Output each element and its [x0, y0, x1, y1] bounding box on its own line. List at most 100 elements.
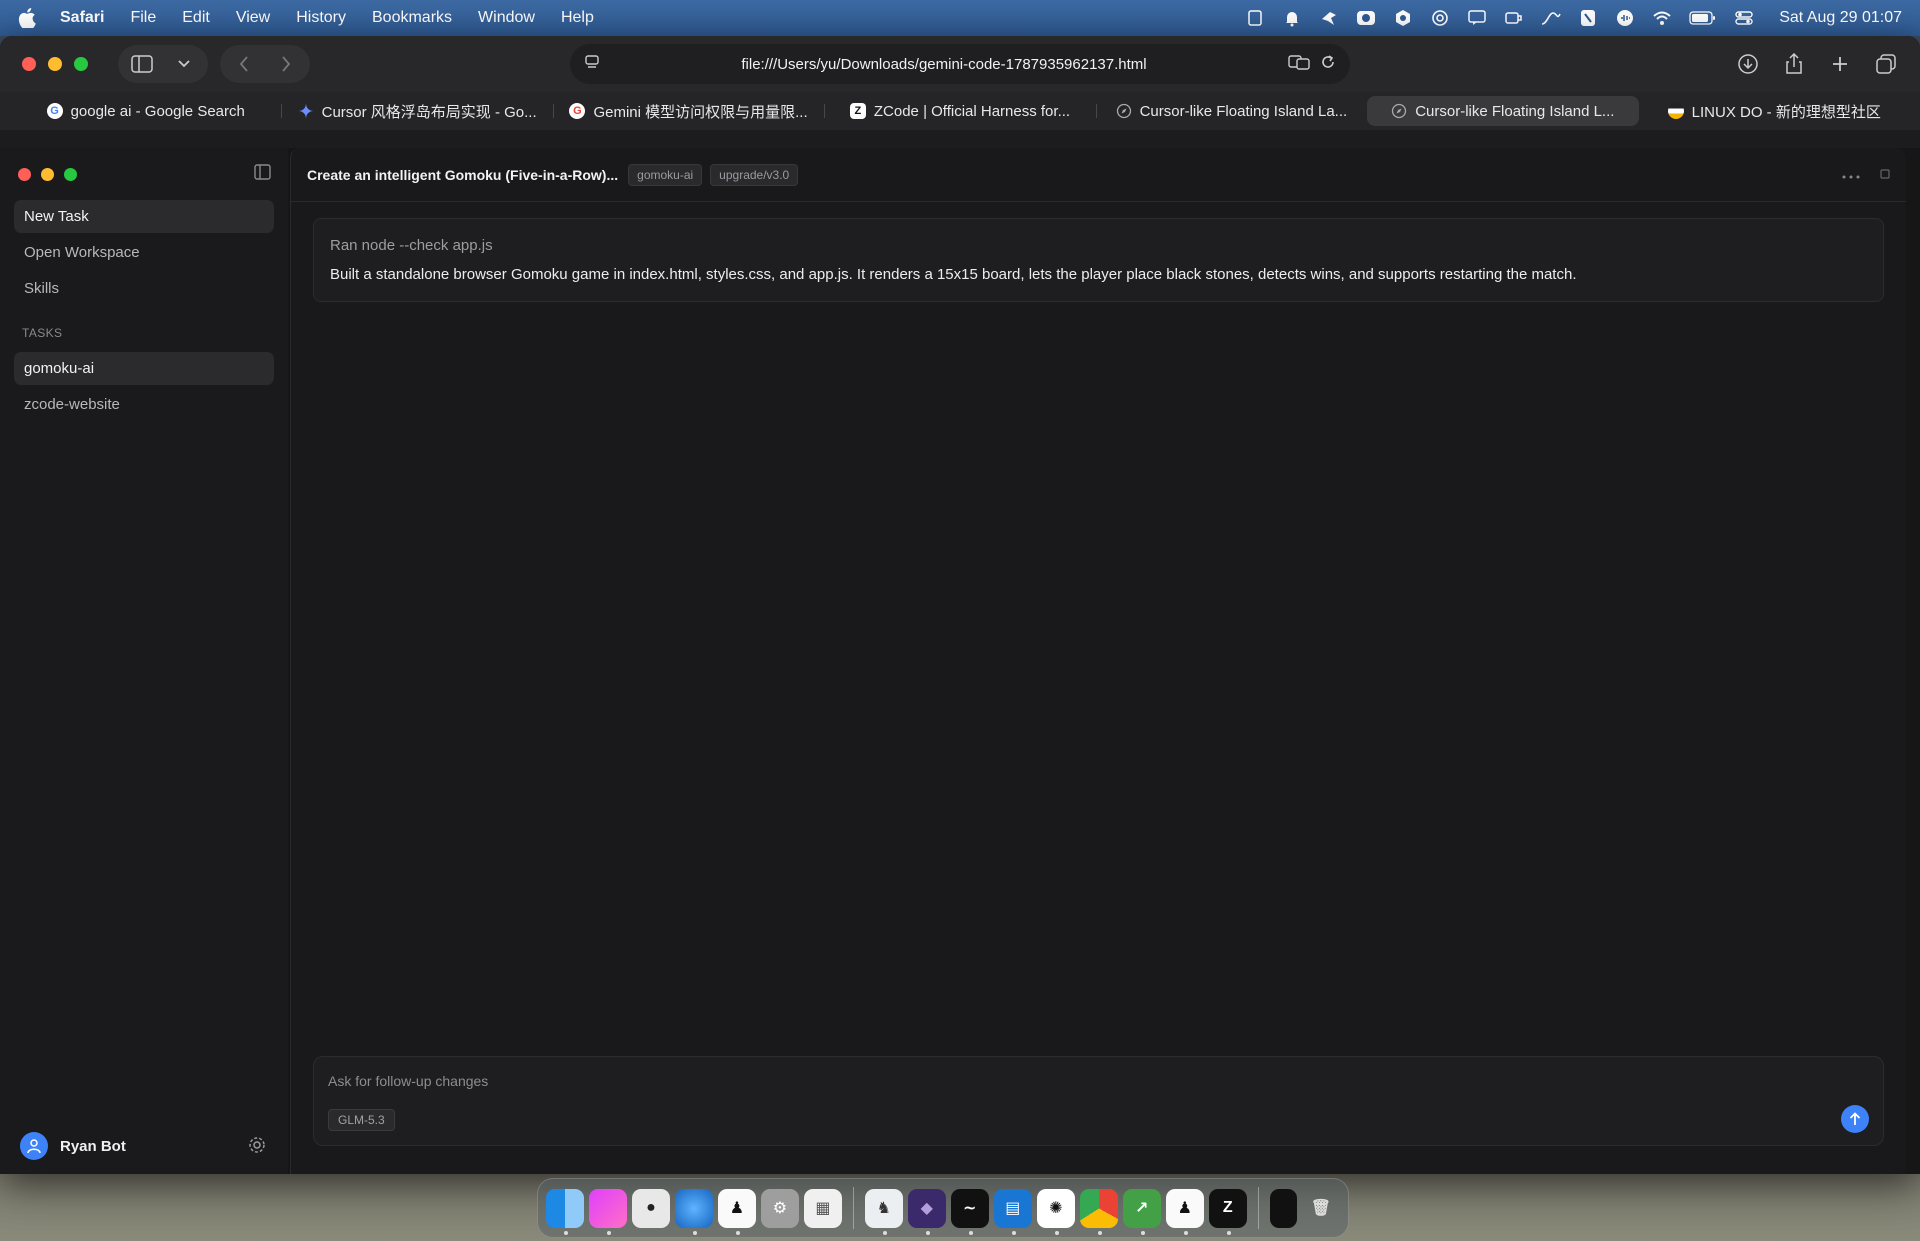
audio-icon[interactable] — [1615, 9, 1635, 27]
qq-icon-2[interactable]: ♟ — [1165, 1188, 1204, 1235]
reload-icon[interactable] — [1320, 54, 1336, 74]
zcode-app-icon[interactable]: Z — [1208, 1188, 1247, 1235]
task-item-zcode-website[interactable]: zcode-website — [14, 388, 274, 421]
stroke-app-icon[interactable]: ∼ — [950, 1188, 989, 1235]
menu-view[interactable]: View — [236, 9, 270, 27]
tab-linux-do[interactable]: LINUX DO - 新的理想型社区 — [1639, 96, 1910, 126]
status-tray: Sat Aug 29 01:07 — [1245, 9, 1902, 27]
trash-icon[interactable]: 🗑 — [1302, 1189, 1340, 1228]
sidebar-item-open-workspace[interactable]: Open Workspace — [14, 236, 274, 269]
page-settings-icon[interactable] — [584, 54, 600, 74]
apple-icon[interactable] — [18, 7, 40, 29]
hexagon-icon[interactable] — [1393, 9, 1413, 27]
launchpad-icon[interactable]: ▦ — [803, 1188, 842, 1228]
tab-label: Cursor-like Floating Island L... — [1415, 102, 1615, 120]
wifi-icon[interactable] — [1652, 9, 1672, 27]
tab-gemini-access[interactable]: G Gemini 模型访问权限与用量限... — [552, 96, 824, 126]
bird-icon[interactable] — [1319, 9, 1339, 27]
avatar[interactable] — [20, 1132, 48, 1160]
gear-icon[interactable] — [248, 1136, 268, 1156]
dock-separator — [852, 1187, 854, 1229]
clipboard-icon[interactable] — [1245, 9, 1265, 27]
task-item-gomoku-ai[interactable]: gomoku-ai — [14, 352, 274, 385]
chrome-icon[interactable] — [1079, 1188, 1118, 1235]
sidebar-item-skills[interactable]: Skills — [14, 272, 274, 305]
obsidian-icon[interactable]: ◆ — [907, 1188, 946, 1235]
panel-toggle-icon[interactable] — [1880, 166, 1890, 184]
cat-app-icon[interactable]: ♞ — [864, 1188, 903, 1235]
menu-edit[interactable]: Edit — [182, 9, 210, 27]
cup-icon[interactable] — [1504, 9, 1524, 27]
arrow-up-icon — [1849, 1112, 1861, 1125]
google-icon: G — [569, 103, 586, 119]
tab-floating-island-1[interactable]: Cursor-like Floating Island La... — [1095, 96, 1367, 126]
sidebar-collapse-icon[interactable] — [254, 164, 274, 184]
control-center-icon[interactable] — [1734, 9, 1754, 27]
files-icon[interactable] — [588, 1188, 627, 1235]
share-icon[interactable] — [1780, 50, 1808, 78]
minimized-window-icon[interactable] — [1269, 1188, 1297, 1228]
user-name[interactable]: Ryan Bot — [60, 1138, 126, 1155]
user-footer: Ryan Bot — [14, 1118, 274, 1174]
new-tab-icon[interactable] — [1826, 50, 1854, 78]
more-options-icon[interactable] — [1842, 166, 1860, 184]
compass-icon — [1116, 103, 1132, 119]
chevron-down-icon[interactable] — [170, 50, 198, 78]
sidebar-item-new-task[interactable]: New Task — [14, 200, 274, 233]
translate-icon[interactable] — [1288, 54, 1310, 74]
finder-icon[interactable] — [546, 1188, 584, 1235]
message-icon[interactable] — [1467, 9, 1487, 27]
command-summary[interactable]: Ran node --check app.js — [330, 237, 1867, 254]
gemini-icon — [297, 103, 314, 119]
database-icon[interactable]: ▤ — [993, 1188, 1032, 1235]
qq-icon[interactable]: ♟ — [717, 1188, 756, 1235]
close-window-button[interactable] — [22, 57, 36, 71]
tab-overview-icon[interactable] — [1872, 50, 1900, 78]
download-icon[interactable] — [1734, 50, 1762, 78]
message-text: Built a standalone browser Gomoku game i… — [330, 266, 1577, 283]
project-chip[interactable]: gomoku-ai — [628, 163, 703, 186]
menu-bookmarks[interactable]: Bookmarks — [372, 9, 452, 27]
web-app: New Task Open Workspace Skills TASKS gom… — [0, 148, 1920, 1174]
openai-icon[interactable] — [1430, 9, 1450, 27]
minimize-window-button[interactable] — [48, 57, 62, 71]
address-bar[interactable]: file:///Users/yu/Downloads/gemini-code-1… — [570, 44, 1350, 84]
stroke-icon[interactable] — [1541, 9, 1561, 27]
tab-label: ZCode | Official Harness for... — [873, 102, 1071, 120]
dock: ● ♟ ⚙ ▦ ♞ ◆ ∼ ▤ ✺ ↗ ♟ Z 🗑 — [537, 1178, 1349, 1238]
branch-chip[interactable]: upgrade/v3.0 — [710, 163, 799, 186]
linuxdo-icon — [1667, 103, 1684, 119]
tab-gemini-cursor[interactable]: Cursor 风格浮岛布局实现 - Go... — [281, 96, 552, 126]
follow-up-input[interactable] — [328, 1073, 1869, 1089]
bell-icon[interactable] — [1282, 9, 1302, 27]
app-tray-icon[interactable] — [1356, 9, 1376, 27]
tab-floating-island-2[interactable]: Cursor-like Floating Island L... — [1367, 96, 1639, 126]
menubar-clock[interactable]: Sat Aug 29 01:07 — [1779, 9, 1902, 27]
tab-google-search[interactable]: G google ai - Google Search — [10, 96, 281, 126]
sidebar-toggle-icon[interactable] — [128, 50, 156, 78]
safari-icon[interactable] — [674, 1188, 713, 1235]
settings-icon[interactable]: ⚙ — [760, 1188, 799, 1228]
chart-app-icon[interactable]: ↗ — [1122, 1188, 1161, 1235]
back-arrow-icon[interactable] — [230, 50, 258, 78]
menu-window[interactable]: Window — [478, 9, 535, 27]
forward-arrow-icon[interactable] — [272, 50, 300, 78]
battery-icon[interactable] — [1689, 9, 1717, 27]
chatgpt-icon[interactable]: ✺ — [1036, 1188, 1075, 1235]
yellow-dot — [41, 167, 54, 181]
menu-history[interactable]: History — [296, 9, 346, 27]
green-dot — [64, 167, 77, 181]
task-title: Create an intelligent Gomoku (Five-in-a-… — [307, 166, 619, 183]
menu-app-name[interactable]: Safari — [60, 9, 104, 27]
tab-label: Cursor 风格浮岛布局实现 - Go... — [321, 103, 537, 121]
menu-file[interactable]: File — [130, 9, 156, 27]
robot-icon[interactable]: ● — [631, 1188, 670, 1228]
zoom-window-button[interactable] — [74, 57, 88, 71]
menu-help[interactable]: Help — [561, 9, 594, 27]
notes-icon[interactable] — [1578, 9, 1598, 27]
url-text[interactable]: file:///Users/yu/Downloads/gemini-code-1… — [600, 56, 1288, 73]
model-selector[interactable]: GLM-5.3 — [328, 1109, 395, 1131]
tab-zcode[interactable]: Z ZCode | Official Harness for... — [824, 96, 1095, 126]
send-button[interactable] — [1841, 1105, 1869, 1133]
task-header: Create an intelligent Gomoku (Five-in-a-… — [291, 148, 1906, 202]
